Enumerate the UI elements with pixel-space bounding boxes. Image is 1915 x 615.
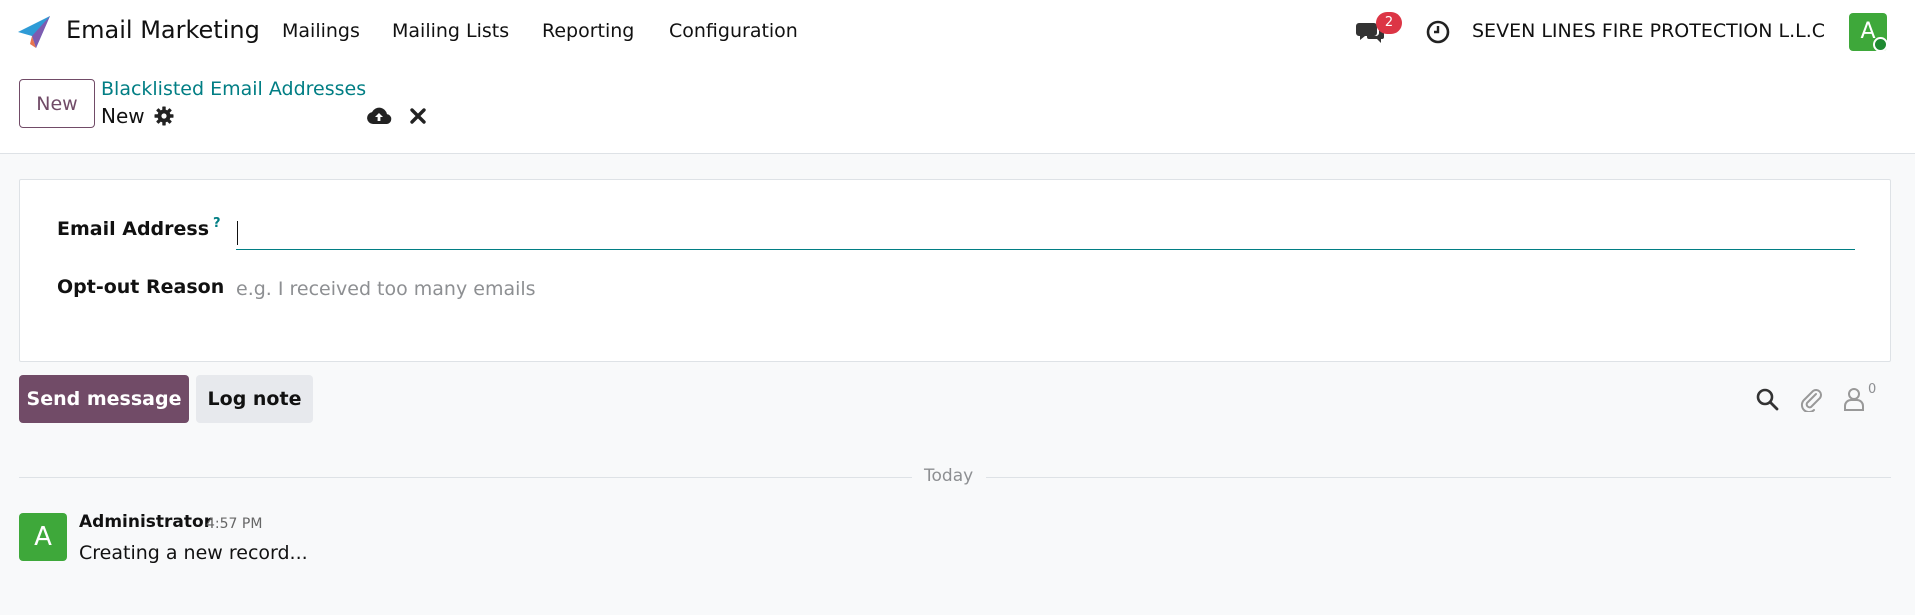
- opt-out-reason-field[interactable]: [236, 273, 1855, 305]
- new-button[interactable]: New: [19, 79, 95, 128]
- opt-out-reason-label: Opt-out Reason: [57, 276, 225, 298]
- app-logo-icon[interactable]: [16, 14, 52, 50]
- control-panel: New Blacklisted Email Addresses New: [0, 62, 1915, 154]
- menu-configuration[interactable]: Configuration: [669, 20, 798, 42]
- follower-icon[interactable]: [1843, 387, 1865, 411]
- form-sheet: Email Address? Opt-out Reason: [19, 179, 1891, 362]
- record-name: New: [101, 104, 145, 128]
- log-note-button[interactable]: Log note: [196, 375, 313, 423]
- menu-reporting[interactable]: Reporting: [542, 20, 634, 42]
- search-icon[interactable]: [1755, 387, 1779, 411]
- online-status-icon: [1873, 37, 1888, 52]
- app-name[interactable]: Email Marketing: [66, 16, 260, 44]
- message-body: Creating a new record...: [79, 542, 308, 564]
- message-avatar[interactable]: A: [19, 513, 67, 561]
- company-switcher[interactable]: SEVEN LINES FIRE PROTECTION L.L.C: [1472, 20, 1825, 42]
- text-caret: [237, 221, 238, 245]
- cloud-upload-icon[interactable]: [366, 105, 392, 127]
- clock-icon[interactable]: [1426, 20, 1450, 44]
- send-message-button[interactable]: Send message: [19, 375, 189, 423]
- divider-line: [19, 477, 912, 478]
- menu-mailings[interactable]: Mailings: [282, 20, 360, 42]
- notification-badge: 2: [1376, 12, 1402, 34]
- close-icon[interactable]: [408, 106, 428, 126]
- breadcrumb-parent[interactable]: Blacklisted Email Addresses: [101, 78, 366, 100]
- help-tooltip-icon[interactable]: ?: [213, 216, 221, 231]
- divider-line: [986, 477, 1891, 478]
- date-divider: Today: [924, 466, 974, 486]
- email-label-text: Email Address: [57, 218, 210, 240]
- menu-mailing-lists[interactable]: Mailing Lists: [392, 20, 509, 42]
- message-author[interactable]: Administrator: [79, 512, 212, 532]
- followers-count: 0: [1868, 382, 1877, 397]
- email-field[interactable]: [236, 214, 1855, 250]
- top-navbar: Email Marketing Mailings Mailing Lists R…: [0, 0, 1915, 62]
- paperclip-icon[interactable]: [1799, 386, 1823, 412]
- email-label: Email Address?: [57, 216, 221, 240]
- gear-icon[interactable]: [154, 106, 174, 126]
- message-time: 4:57 PM: [206, 516, 263, 532]
